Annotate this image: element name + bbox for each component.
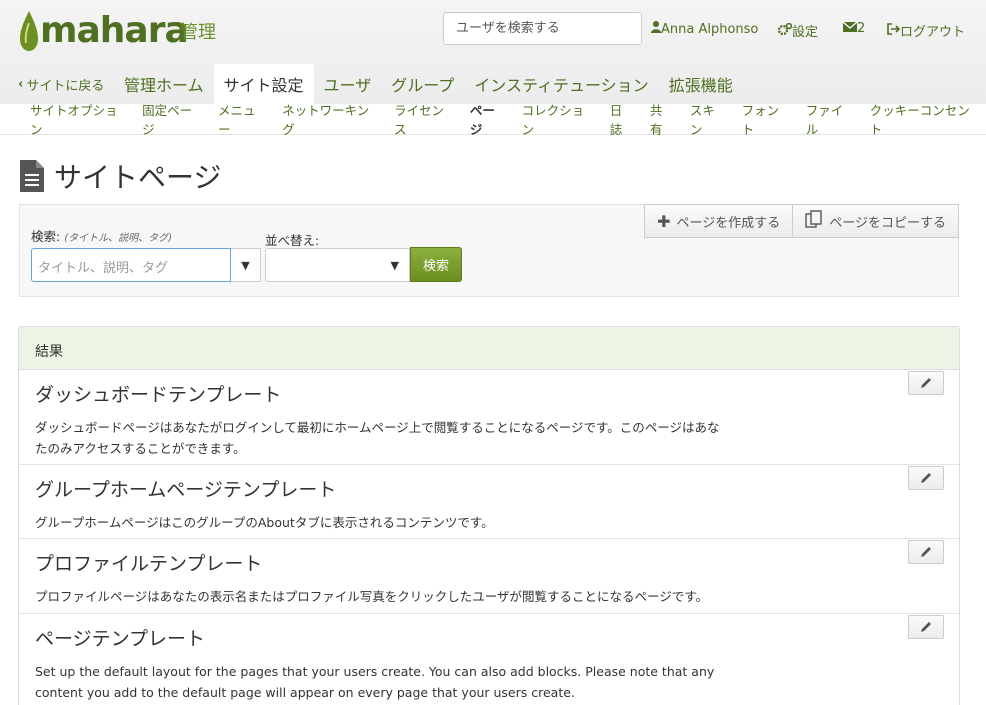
site-header: mahara 管理 ユーザを検索する Anna Alphonso 設定 2 ログ… [0,0,986,104]
nav-users[interactable]: ユーザ [314,64,382,104]
subnav-static-pages[interactable]: 固定ページ [134,100,210,138]
copy-page-button[interactable]: ページをコピーする [793,204,959,238]
create-page-button[interactable]: ✚ ページを作成する [644,204,794,238]
logout-icon [887,22,901,39]
nav-site-settings[interactable]: サイト設定 [213,64,314,104]
back-to-site-link[interactable]: ‹ サイトに戻る [0,64,114,104]
subnav-networking[interactable]: ネットワーキング [274,100,386,138]
logout-link[interactable]: ログアウト [887,21,965,40]
copy-icon [805,210,823,232]
plus-icon: ✚ [657,211,671,231]
search-input[interactable]: タイトル、説明、タグ [31,248,231,282]
nav-admin-home[interactable]: 管理ホーム [114,64,214,104]
subnav-sharing[interactable]: 共有 [642,100,682,138]
result-item: プロファイルテンプレート プロファイルページはあなたの表示名またはプロファイル写… [19,539,959,614]
search-hint: (タイトル、説明、タグ) [64,233,173,244]
chevron-left-icon: ‹ [18,76,24,92]
result-description: プロファイルページはあなたの表示名またはプロファイル写真をクリックしたユーザが閲… [35,589,709,604]
back-to-site-label: サイトに戻る [26,78,105,94]
pencil-icon [921,378,931,388]
caret-down-icon: ▼ [241,258,250,272]
result-item: ページテンプレート Set up the default layout for … [19,614,959,705]
user-search-input[interactable]: ユーザを検索する [443,12,642,45]
nav-extensions[interactable]: 拡張機能 [659,64,743,104]
caret-down-icon: ▼ [390,258,399,272]
logout-label: ログアウト [900,25,966,40]
edit-button[interactable] [908,371,944,395]
envelope-icon [842,21,858,36]
result-description: グループホームページはこのグループのAboutタブに表示されるコンテンツです。 [35,515,494,530]
subnav-pages[interactable]: ページ [462,100,514,138]
edit-button[interactable] [908,466,944,490]
result-description: Set up the default layout for the pages … [35,664,715,700]
sub-nav: サイトオプション 固定ページ メニュー ネットワーキング ライセンス ページ コ… [0,103,986,137]
copy-page-label: ページをコピーする [829,215,946,231]
page-title: サイトページ [54,161,222,194]
user-name: Anna Alphonso [661,21,759,37]
search-label-group: 検索: (タイトル、説明、タグ) [31,226,172,245]
results-heading: 結果 [19,327,959,370]
edit-button[interactable] [908,540,944,564]
result-title[interactable]: プロファイルテンプレート [35,549,943,576]
subnav-licenses[interactable]: ライセンス [386,100,462,138]
document-icon [20,160,44,192]
nav-institutions[interactable]: インスティテューション [464,64,658,104]
result-title[interactable]: ページテンプレート [35,624,943,651]
page-heading: サイトページ [18,156,221,196]
subnav-cookie-consent[interactable]: クッキーコンセント [862,100,986,138]
sort-select[interactable]: ▼ [265,248,410,282]
nav-groups[interactable]: グループ [381,64,464,104]
subnav-fonts[interactable]: フォント [734,100,798,138]
search-button[interactable]: 検索 [410,247,462,282]
subnav-journals[interactable]: 日誌 [602,100,642,138]
subnav-files[interactable]: ファイル [798,100,862,138]
subnav-collections[interactable]: コレクション [514,100,602,138]
create-page-label: ページを作成する [676,215,781,231]
results-panel: 結果 ダッシュボードテンプレート ダッシュボードページはあなたがログインして最初… [18,326,960,705]
result-description: ダッシュボードページはあなたがログインして最初にホームページ上で閲覧することにな… [35,420,720,456]
user-icon [651,21,661,37]
search-type-dropdown[interactable]: ▼ [231,248,261,282]
settings-label: 設定 [792,25,819,40]
pencil-icon [921,473,931,483]
main-nav: ‹ サイトに戻る 管理ホーム サイト設定 ユーザ グループ インスティテューショ… [0,64,986,104]
pencil-icon [921,547,931,557]
settings-link[interactable]: 設定 [777,21,819,40]
admin-label: 管理 [180,22,216,43]
messages-count: 2 [857,21,866,36]
page-actions: ✚ ページを作成する ページをコピーする [644,204,959,238]
result-item: グループホームページテンプレート グループホームページはこのグループのAbout… [19,465,959,539]
result-title[interactable]: グループホームページテンプレート [35,475,943,502]
logo-text: mahara [40,10,189,51]
edit-button[interactable] [908,615,944,639]
result-title[interactable]: ダッシュボードテンプレート [35,380,943,407]
subnav-skins[interactable]: スキン [682,100,734,138]
user-link[interactable]: Anna Alphonso [651,21,758,37]
search-panel: 検索: (タイトル、説明、タグ) タイトル、説明、タグ ▼ 並べ替え: ▼ 検索… [19,204,959,297]
result-item: ダッシュボードテンプレート ダッシュボードページはあなたがログインして最初にホー… [19,370,959,465]
sort-label: 並べ替え: [265,233,320,248]
gears-icon [777,22,793,39]
search-label: 検索: [31,229,61,244]
subnav-menus[interactable]: メニュー [210,100,274,138]
mahara-leaf-icon [20,11,38,51]
messages-link[interactable]: 2 [842,21,866,36]
pencil-icon [921,622,931,632]
mahara-logo[interactable]: mahara [18,8,189,54]
subnav-site-options[interactable]: サイトオプション [22,100,134,138]
